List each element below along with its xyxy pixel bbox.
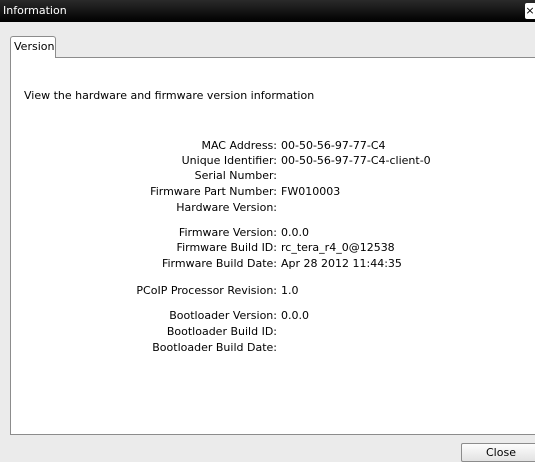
field-label: Bootloader Build Date: xyxy=(152,341,277,354)
field-bootloader-build-date: Bootloader Build Date: xyxy=(0,341,535,355)
field-firmware-build-date: Firmware Build Date: Apr 28 2012 11:44:3… xyxy=(0,257,535,271)
field-serial-number: Serial Number: xyxy=(0,169,535,183)
field-bootloader-build-id: Bootloader Build ID: xyxy=(0,325,535,339)
field-value: 0.0.0 xyxy=(281,309,309,322)
title-bar[interactable]: Information × xyxy=(0,0,535,22)
field-value: rc_tera_r4_0@12538 xyxy=(281,241,395,254)
field-label: PCoIP Processor Revision: xyxy=(136,284,277,297)
field-pcoip-processor-revision: PCoIP Processor Revision: 1.0 xyxy=(0,284,535,298)
field-label: Bootloader Version: xyxy=(169,309,277,322)
field-label: MAC Address: xyxy=(201,139,277,152)
close-button[interactable]: Close xyxy=(461,443,535,462)
field-value: 1.0 xyxy=(281,284,299,297)
field-value: 0.0.0 xyxy=(281,226,309,239)
field-hardware-version: Hardware Version: xyxy=(0,201,535,215)
tab-version[interactable]: Version xyxy=(10,36,56,58)
field-unique-identifier: Unique Identifier: 00-50-56-97-77-C4-cli… xyxy=(0,154,535,168)
field-label: Unique Identifier: xyxy=(181,154,277,167)
field-value: 00-50-56-97-77-C4-client-0 xyxy=(281,154,431,167)
field-label: Hardware Version: xyxy=(176,201,277,214)
field-value: FW010003 xyxy=(281,185,341,198)
field-value: 00-50-56-97-77-C4 xyxy=(281,139,386,152)
field-firmware-part-number: Firmware Part Number: FW010003 xyxy=(0,185,535,199)
field-label: Firmware Build ID: xyxy=(176,241,277,254)
field-label: Serial Number: xyxy=(194,169,277,182)
field-label: Firmware Part Number: xyxy=(150,185,277,198)
information-dialog: Information × Version View the hardware … xyxy=(0,0,535,462)
close-icon[interactable]: × xyxy=(525,3,535,19)
field-bootloader-version: Bootloader Version: 0.0.0 xyxy=(0,309,535,323)
field-label: Firmware Build Date: xyxy=(161,257,277,270)
close-button-label: Close xyxy=(486,446,516,459)
field-label: Firmware Version: xyxy=(178,226,277,239)
field-mac-address: MAC Address: 00-50-56-97-77-C4 xyxy=(0,139,535,153)
field-firmware-build-id: Firmware Build ID: rc_tera_r4_0@12538 xyxy=(0,241,535,255)
field-value: Apr 28 2012 11:44:35 xyxy=(281,257,402,270)
window-title: Information xyxy=(3,4,67,17)
panel-description: View the hardware and firmware version i… xyxy=(24,89,315,102)
field-firmware-version: Firmware Version: 0.0.0 xyxy=(0,226,535,240)
tab-version-label: Version xyxy=(14,40,55,53)
field-label: Bootloader Build ID: xyxy=(166,325,277,338)
